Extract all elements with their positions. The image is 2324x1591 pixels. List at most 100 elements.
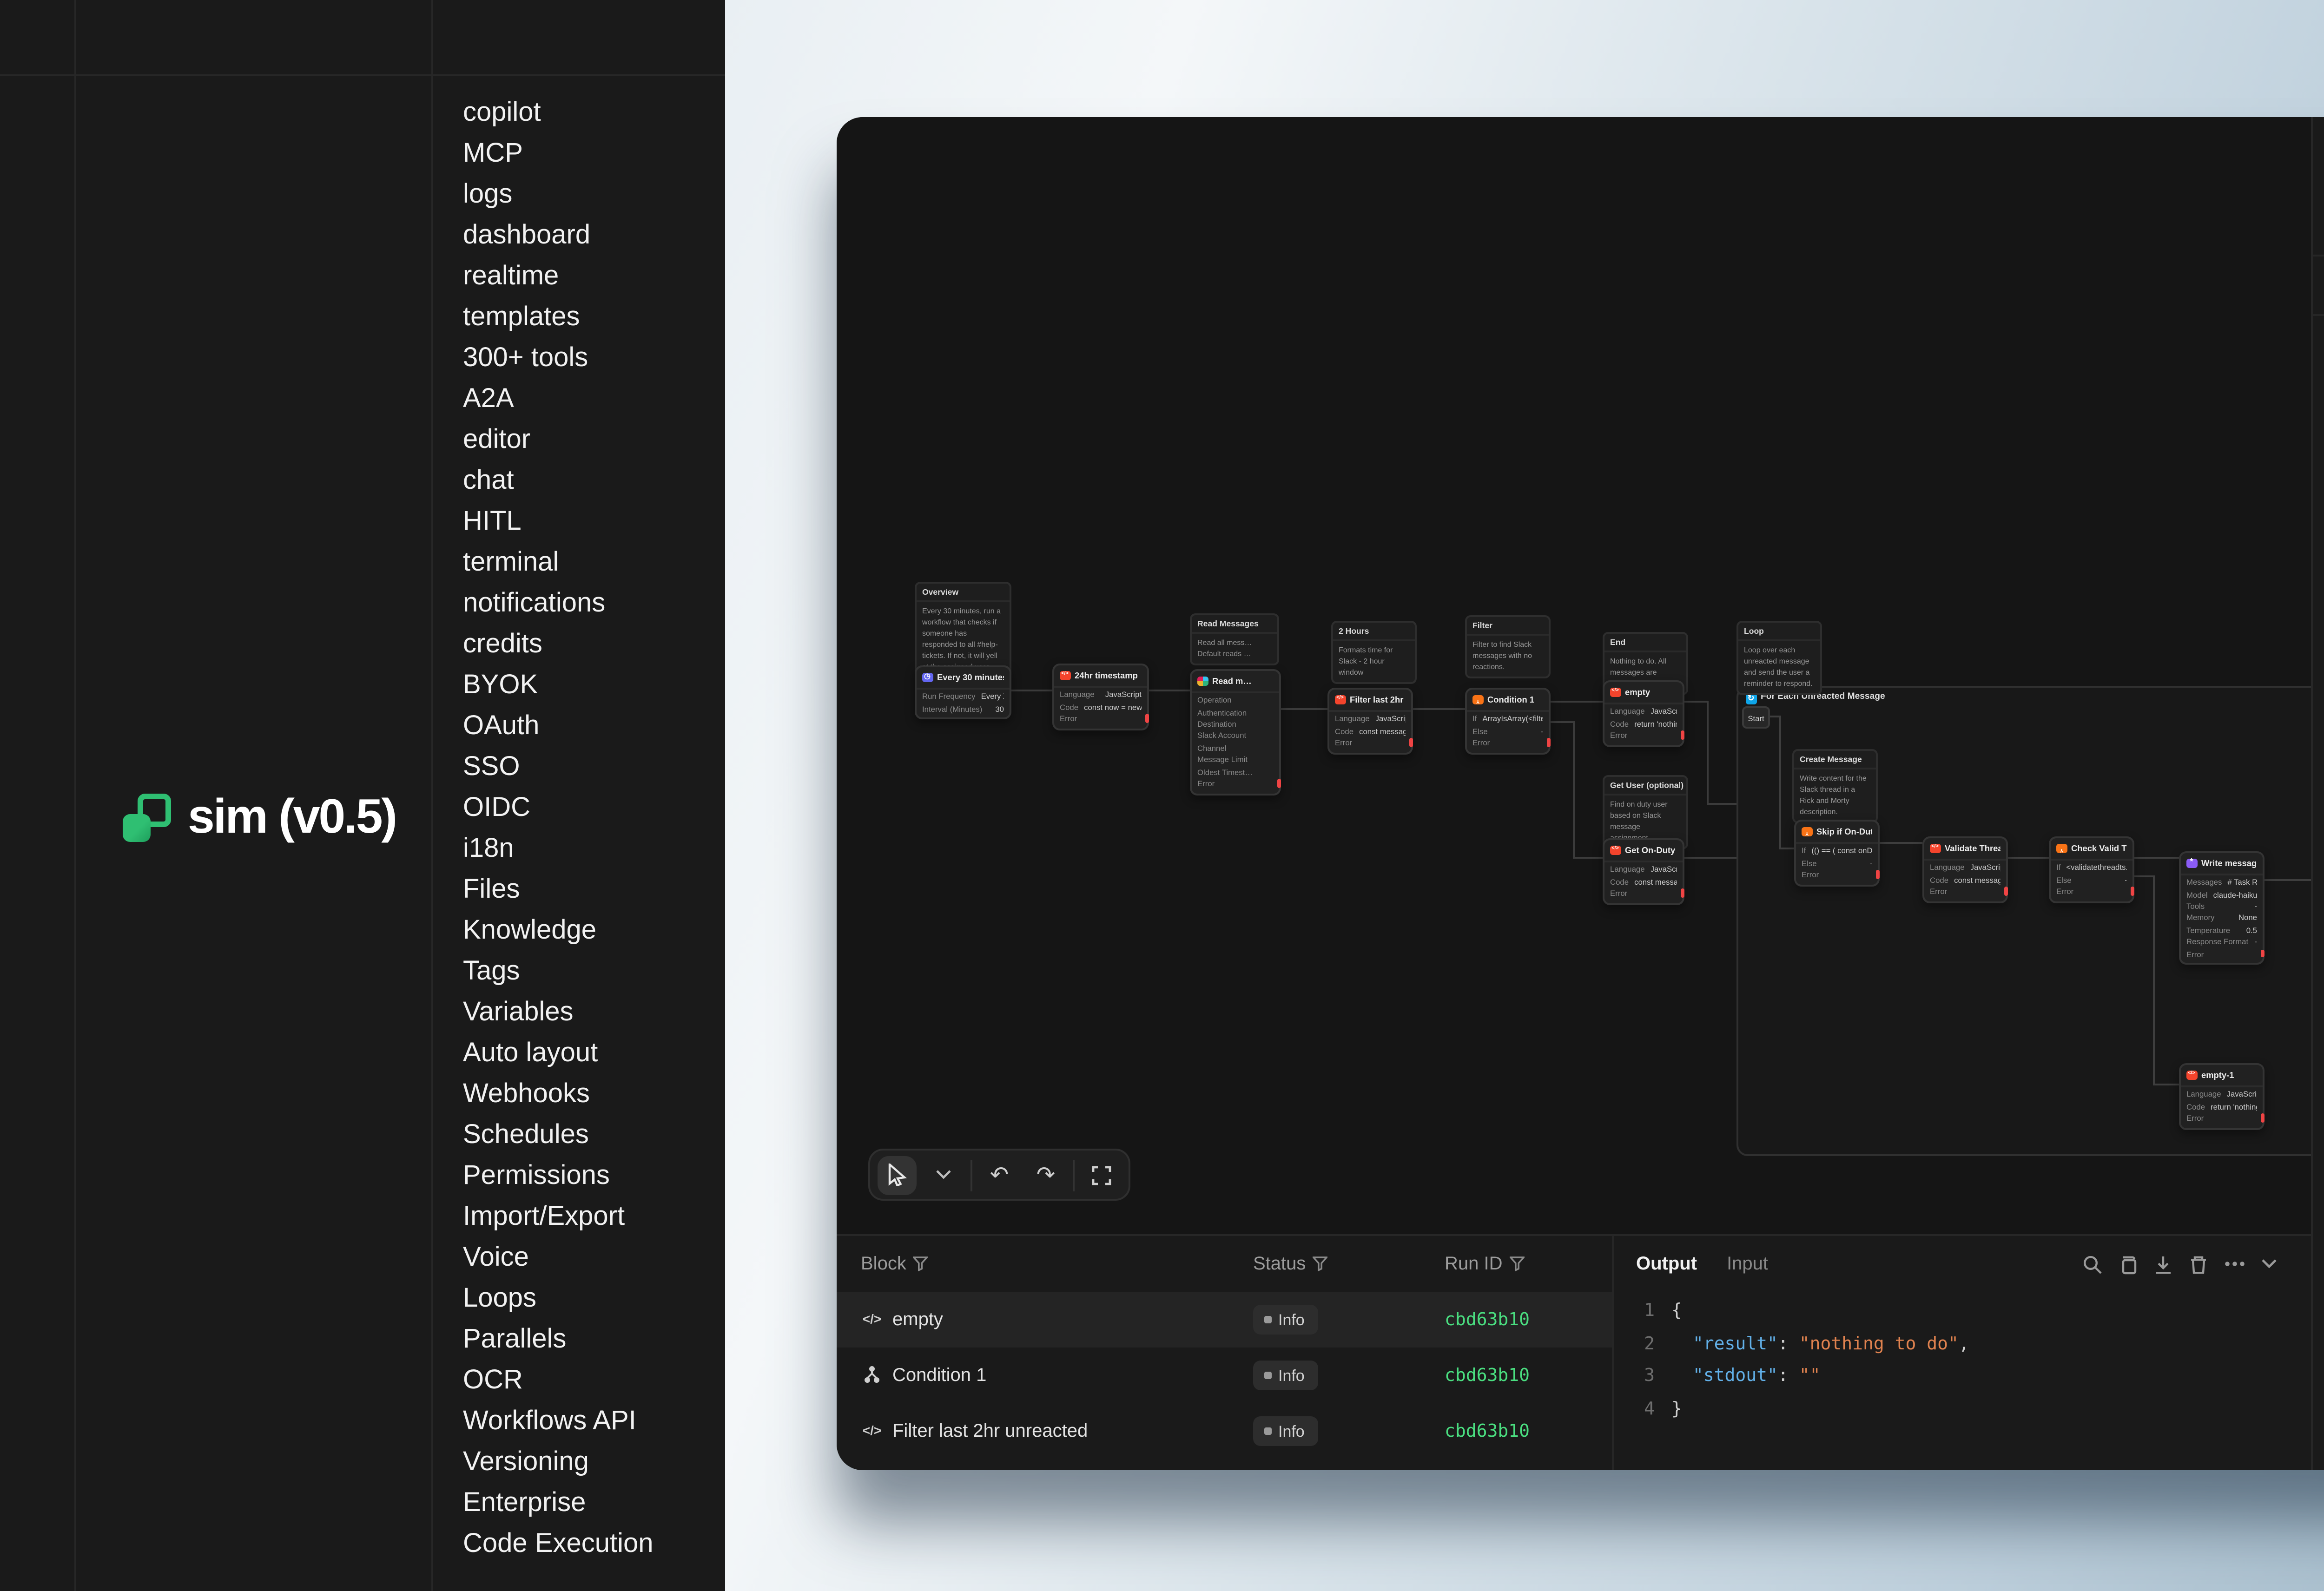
chevron-down-icon[interactable]	[2261, 1258, 2278, 1269]
console-row[interactable]: Read messages 24hInfocbd63b10	[837, 1459, 1612, 1470]
feature-item[interactable]: Import/Export	[463, 1197, 654, 1238]
column-status[interactable]: Status	[1253, 1236, 1328, 1292]
node-row: Error	[1335, 736, 1406, 749]
workflow-canvas[interactable]: ↻ For Each Unreacted Message Start Overv…	[837, 117, 2311, 1234]
column-run-id[interactable]: Run ID	[1445, 1236, 1525, 1292]
node-row: Error	[2056, 885, 2127, 897]
execution-console: Block Status Run ID </>emptyInfocbd63b10…	[837, 1234, 2311, 1470]
feature-item[interactable]: 300+ tools	[463, 338, 654, 379]
feature-item[interactable]: terminal	[463, 543, 654, 584]
run-id-link[interactable]: cbd63b10	[1445, 1348, 1530, 1403]
run-id-link[interactable]: cbd63b10	[1445, 1292, 1530, 1348]
feature-item[interactable]: Workflows API	[463, 1401, 654, 1442]
tab-output[interactable]: Output	[1636, 1254, 1697, 1274]
loop-start-node[interactable]: Start	[1742, 706, 1770, 729]
feature-item[interactable]: Permissions	[463, 1156, 654, 1197]
feature-item[interactable]: templates	[463, 297, 654, 338]
feature-item[interactable]: HITL	[463, 502, 654, 543]
feature-item[interactable]: Webhooks	[463, 1074, 654, 1115]
node-row: Tools-	[2186, 900, 2257, 912]
feature-item[interactable]: notifications	[463, 584, 654, 625]
feature-item[interactable]: Versioning	[463, 1442, 654, 1483]
feature-item[interactable]: chat	[463, 461, 654, 502]
feature-item[interactable]: i18n	[463, 829, 654, 870]
workflow-node[interactable]: ◷Every 30 minutesRun FrequencyEvery X Mi…	[915, 665, 1011, 720]
feature-item[interactable]: OAuth	[463, 706, 654, 747]
feature-item[interactable]: OCR	[463, 1361, 654, 1401]
feature-item[interactable]: Auto layout	[463, 1033, 654, 1074]
feature-item[interactable]: MCP	[463, 134, 654, 175]
feature-item[interactable]: Parallels	[463, 1320, 654, 1361]
canvas-note[interactable]: FilterFilter to find Slack messages with…	[1465, 615, 1551, 677]
console-row[interactable]: </>Filter last 2hr unreactedInfocbd63b10	[837, 1403, 1612, 1459]
feature-item[interactable]: credits	[463, 625, 654, 665]
column-block[interactable]: Block	[861, 1236, 929, 1292]
grid-line-horizontal	[0, 74, 725, 76]
feature-item[interactable]: Variables	[463, 993, 654, 1033]
workflow-node[interactable]: </>Filter last 2hr unreactedLanguageJava…	[1327, 688, 1413, 754]
workflow-node[interactable]: Read m…OperationAuthenticationDestinatio…	[1190, 669, 1281, 795]
workflow-node[interactable]: </>empty-1LanguageJavaScriptCodereturn '…	[2179, 1063, 2265, 1130]
feature-item[interactable]: SSO	[463, 747, 654, 788]
fullscreen-button[interactable]	[1082, 1155, 1121, 1194]
canvas-note[interactable]: Create MessageWrite content for the Slac…	[1792, 749, 1878, 822]
workflow-node[interactable]: </>emptyLanguageJavaScriptCodereturn 'no…	[1603, 680, 1684, 747]
feature-item[interactable]: logs	[463, 175, 654, 216]
workflow-node[interactable]: *Write messageMessages# Task Return a su…	[2179, 851, 2265, 965]
feature-item[interactable]: Files	[463, 870, 654, 911]
copy-icon[interactable]	[2118, 1254, 2138, 1274]
workflow-node[interactable]: </>Get On-Duty UserLanguageJavaScriptCod…	[1603, 838, 1684, 905]
node-row: Error	[1802, 868, 1872, 881]
canvas-note[interactable]: LoopLoop over each unreacted message and…	[1736, 621, 1822, 694]
node-row: Codeconst messages = <readme…	[1610, 875, 1677, 888]
feature-item[interactable]: OIDC	[463, 788, 654, 829]
download-icon[interactable]	[2153, 1254, 2173, 1274]
workflow-edge	[1547, 721, 1573, 723]
console-row[interactable]: Condition 1Infocbd63b10	[837, 1348, 1612, 1403]
left-rail: sim (v0.5) copilotMCPlogsdashboardrealti…	[0, 0, 725, 1591]
workflow-node[interactable]: </>Validate Thread TSLanguageJavaScriptC…	[1922, 836, 2008, 903]
cond-icon: Y	[2056, 843, 2067, 853]
tab-input[interactable]: Input	[1727, 1254, 1768, 1274]
feature-item[interactable]: Schedules	[463, 1115, 654, 1156]
status-badge: Info	[1253, 1416, 1318, 1446]
note-body: Read all mess… Default reads …	[1192, 633, 1277, 663]
feature-item[interactable]: editor	[463, 420, 654, 461]
workflow-node[interactable]: YSkip if On-Duty UserIf(() == ( const on…	[1794, 820, 1880, 886]
run-id-link[interactable]: cbd63b10	[1445, 1459, 1530, 1470]
status-badge: Info	[1253, 1361, 1318, 1390]
run-id-link[interactable]: cbd63b10	[1445, 1403, 1530, 1459]
workflow-node[interactable]: </>24hr timestampLanguageJavaScriptCodec…	[1052, 664, 1149, 730]
more-icon[interactable]	[2224, 1260, 2246, 1268]
sim-logo: sim (v0.5)	[123, 788, 396, 846]
redo-button[interactable]: ↷	[1026, 1155, 1065, 1194]
feature-item[interactable]: Voice	[463, 1238, 654, 1279]
feature-item[interactable]: realtime	[463, 256, 654, 297]
feature-item[interactable]: BYOK	[463, 665, 654, 706]
workflow-node[interactable]: YCondition 1IfArrayIsArray(<filterlast2h…	[1465, 688, 1551, 754]
workflow-edge	[1277, 708, 1327, 710]
canvas-note[interactable]: Read MessagesRead all mess… Default read…	[1190, 613, 1279, 664]
feature-item[interactable]: Code Execution	[463, 1524, 654, 1565]
feature-item[interactable]: Enterprise	[463, 1483, 654, 1524]
feature-item[interactable]: copilot	[463, 93, 654, 134]
node-title: Check Valid TS	[2071, 843, 2127, 853]
feature-item[interactable]: Loops	[463, 1279, 654, 1320]
workflow-node[interactable]: YCheck Valid TSIf<validatethreadts.resul…	[2049, 836, 2134, 903]
feature-item[interactable]: Tags	[463, 952, 654, 993]
trash-icon[interactable]	[2188, 1254, 2209, 1274]
node-header: ◷Every 30 minutes	[917, 667, 1010, 687]
feature-item[interactable]: Knowledge	[463, 911, 654, 952]
cursor-tool-dropdown[interactable]	[924, 1155, 963, 1194]
canvas-note[interactable]: 2 HoursFormats time for Slack - 2 hour w…	[1331, 621, 1417, 683]
feature-item[interactable]: A2A	[463, 379, 654, 420]
node-rows: LanguageJavaScriptCodeconst messages = <…	[1604, 860, 1683, 903]
console-row[interactable]: </>emptyInfocbd63b10	[837, 1292, 1612, 1348]
search-icon[interactable]	[2082, 1254, 2103, 1274]
node-header: Read m…	[1192, 671, 1279, 690]
node-row: Interval (Minutes)30	[922, 703, 1004, 715]
feature-item[interactable]: dashboard	[463, 216, 654, 256]
undo-button[interactable]: ↶	[980, 1155, 1019, 1194]
canvas-note[interactable]: Get User (optional)Find on duty user bas…	[1603, 775, 1688, 848]
cursor-tool-button[interactable]	[878, 1155, 917, 1194]
